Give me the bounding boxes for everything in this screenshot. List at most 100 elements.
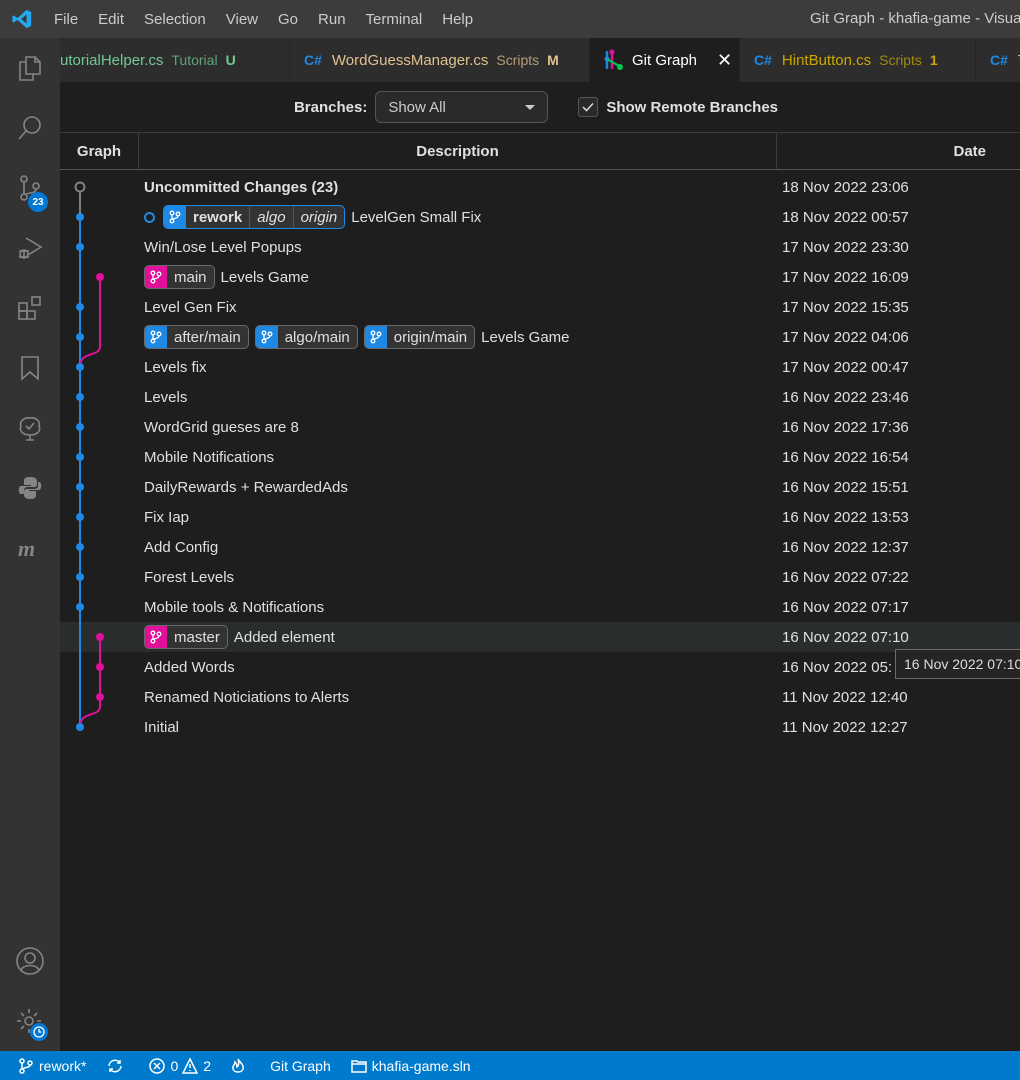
commit-node[interactable] bbox=[76, 363, 84, 371]
run-debug-icon[interactable] bbox=[0, 218, 60, 278]
menu-view[interactable]: View bbox=[216, 11, 268, 28]
commit-node[interactable] bbox=[96, 633, 104, 641]
csharp-icon: C# bbox=[990, 52, 1008, 68]
menu-terminal[interactable]: Terminal bbox=[356, 11, 433, 28]
flame-icon bbox=[232, 1058, 244, 1073]
bookmarks-icon[interactable] bbox=[0, 338, 60, 398]
commit-description: Fix Iap bbox=[144, 509, 189, 526]
commit-node[interactable] bbox=[76, 513, 84, 521]
git-tree-icon[interactable] bbox=[0, 398, 60, 458]
checkmark-icon bbox=[582, 102, 594, 112]
vscode-logo-icon bbox=[0, 0, 44, 38]
commit-node[interactable] bbox=[96, 663, 104, 671]
commit-row[interactable]: Initial 11 Nov 2022 12:27 bbox=[60, 712, 1020, 742]
commit-row[interactable]: Uncommitted Changes (23) 18 Nov 2022 23:0… bbox=[60, 172, 1020, 202]
search-icon[interactable] bbox=[0, 98, 60, 158]
column-header-description[interactable]: Description bbox=[139, 133, 777, 169]
commit-row[interactable]: master Added element 16 Nov 2022 07:10 bbox=[60, 622, 1020, 652]
branch-ref-badge[interactable]: origin/main bbox=[363, 325, 476, 349]
extensions-icon[interactable] bbox=[0, 278, 60, 338]
commit-node[interactable] bbox=[76, 303, 84, 311]
source-control-icon[interactable]: 23 bbox=[0, 158, 60, 218]
flame-button[interactable] bbox=[231, 1058, 250, 1074]
menu-go[interactable]: Go bbox=[268, 11, 308, 28]
show-remote-branches-checkbox[interactable] bbox=[578, 97, 599, 117]
branches-dropdown[interactable]: Show All bbox=[375, 91, 549, 123]
commit-row[interactable]: Win/Lose Level Popups 17 Nov 2022 23:30 bbox=[60, 232, 1020, 262]
commit-node[interactable] bbox=[74, 181, 86, 193]
show-remote-branches-label[interactable]: Show Remote Branches bbox=[606, 99, 778, 116]
commit-message: Uncommitted Changes (23) bbox=[144, 178, 339, 196]
commit-node[interactable] bbox=[76, 483, 84, 491]
branch-ref-badge[interactable]: master bbox=[144, 625, 228, 649]
branch-ref-badge[interactable]: algo/main bbox=[254, 325, 358, 349]
commit-row[interactable]: Levels 16 Nov 2022 23:46 bbox=[60, 382, 1020, 412]
commit-row[interactable]: main Levels Game 17 Nov 2022 16:09 bbox=[60, 262, 1020, 292]
commit-description: Renamed Noticiations to Alerts bbox=[144, 689, 349, 706]
commit-row[interactable]: Forest Levels 16 Nov 2022 07:22 bbox=[60, 562, 1020, 592]
menu-edit[interactable]: Edit bbox=[88, 11, 134, 28]
tab-hintbutton[interactable]: C# HintButton.cs Scripts 1 bbox=[740, 38, 976, 82]
git-graph-status[interactable]: Git Graph bbox=[270, 1058, 331, 1074]
clock-badge-icon bbox=[30, 1023, 48, 1041]
commit-row[interactable]: Add Config 16 Nov 2022 12:37 bbox=[60, 532, 1020, 562]
menu-file[interactable]: File bbox=[44, 11, 88, 28]
commit-message: Added element bbox=[233, 628, 335, 646]
commit-node[interactable] bbox=[76, 393, 84, 401]
commit-row[interactable]: Level Gen Fix 17 Nov 2022 15:35 bbox=[60, 292, 1020, 322]
commit-node[interactable] bbox=[76, 723, 84, 731]
commit-node[interactable] bbox=[76, 543, 84, 551]
commit-node[interactable] bbox=[76, 423, 84, 431]
tab-overflow[interactable]: C# T bbox=[976, 38, 1020, 82]
commit-row[interactable]: Added Words 16 Nov 2022 05: bbox=[60, 652, 1020, 682]
commit-date: 16 Nov 2022 16:54 bbox=[782, 448, 909, 466]
commit-row[interactable]: Mobile Notifications 16 Nov 2022 16:54 bbox=[60, 442, 1020, 472]
explorer-icon[interactable] bbox=[0, 38, 60, 98]
tab-tutorialhelper[interactable]: utorialHelper.cs Tutorial U bbox=[60, 38, 290, 82]
commit-node[interactable] bbox=[76, 243, 84, 251]
branch-ref-name: main bbox=[174, 268, 207, 286]
commit-row[interactable]: DailyRewards + RewardedAds 16 Nov 2022 15… bbox=[60, 472, 1020, 502]
commit-node[interactable] bbox=[76, 333, 84, 341]
problems-status[interactable]: 0 2 bbox=[149, 1057, 212, 1074]
commit-row[interactable]: Levels fix 17 Nov 2022 00:47 bbox=[60, 352, 1020, 382]
menu-help[interactable]: Help bbox=[432, 11, 483, 28]
menu-selection[interactable]: Selection bbox=[134, 11, 216, 28]
commit-message: Win/Lose Level Popups bbox=[144, 238, 302, 256]
tab-wordguessmanager[interactable]: C# WordGuessManager.cs Scripts M bbox=[290, 38, 590, 82]
m-extension-icon[interactable]: m bbox=[0, 518, 60, 578]
commit-node[interactable] bbox=[96, 273, 104, 281]
commit-node[interactable] bbox=[76, 573, 84, 581]
commit-row[interactable]: WordGrid gueses are 8 16 Nov 2022 17:36 bbox=[60, 412, 1020, 442]
commit-row[interactable]: Mobile tools & Notifications 16 Nov 2022 … bbox=[60, 592, 1020, 622]
commit-row[interactable]: Renamed Noticiations to Alerts 11 Nov 202… bbox=[60, 682, 1020, 712]
source-control-badge: 23 bbox=[28, 192, 48, 212]
commit-row[interactable]: rework algo origin LevelGen Small Fix 18 Nov… bbox=[60, 202, 1020, 232]
account-icon[interactable] bbox=[0, 931, 60, 991]
commit-row[interactable]: after/main algo/main origin/main Levels Gam… bbox=[60, 322, 1020, 352]
python-icon[interactable] bbox=[0, 458, 60, 518]
branch-ref-badge[interactable]: main bbox=[144, 265, 215, 289]
column-header-graph[interactable]: Graph bbox=[60, 133, 139, 169]
commit-message: Levels fix bbox=[144, 358, 207, 376]
close-tab-icon[interactable]: ✕ bbox=[717, 50, 732, 71]
menu-run[interactable]: Run bbox=[308, 11, 356, 28]
commit-row[interactable]: Fix Iap 16 Nov 2022 13:53 bbox=[60, 502, 1020, 532]
tab-git-graph[interactable]: Git Graph ✕ bbox=[590, 38, 740, 82]
commit-date: 17 Nov 2022 04:06 bbox=[782, 328, 909, 346]
commit-node[interactable] bbox=[76, 213, 84, 221]
sync-button[interactable] bbox=[106, 1058, 129, 1074]
warning-count: 2 bbox=[203, 1057, 212, 1074]
commit-node[interactable] bbox=[96, 693, 104, 701]
branch-ref-badge[interactable]: after/main bbox=[144, 325, 249, 349]
commit-node[interactable] bbox=[76, 603, 84, 611]
commit-description: Levels bbox=[144, 389, 187, 406]
branch-status[interactable]: rework* bbox=[18, 1058, 86, 1074]
window-title: Git Graph - khafia-game - Visual Studio … bbox=[810, 10, 1020, 27]
solution-status[interactable]: khafia-game.sln bbox=[351, 1058, 471, 1074]
column-header-date[interactable]: Date bbox=[777, 133, 1020, 169]
manage-gear-icon[interactable] bbox=[0, 991, 60, 1051]
commit-message: Add Config bbox=[144, 538, 219, 556]
branch-ref-badge[interactable]: rework algo origin bbox=[163, 205, 346, 229]
commit-node[interactable] bbox=[76, 453, 84, 461]
